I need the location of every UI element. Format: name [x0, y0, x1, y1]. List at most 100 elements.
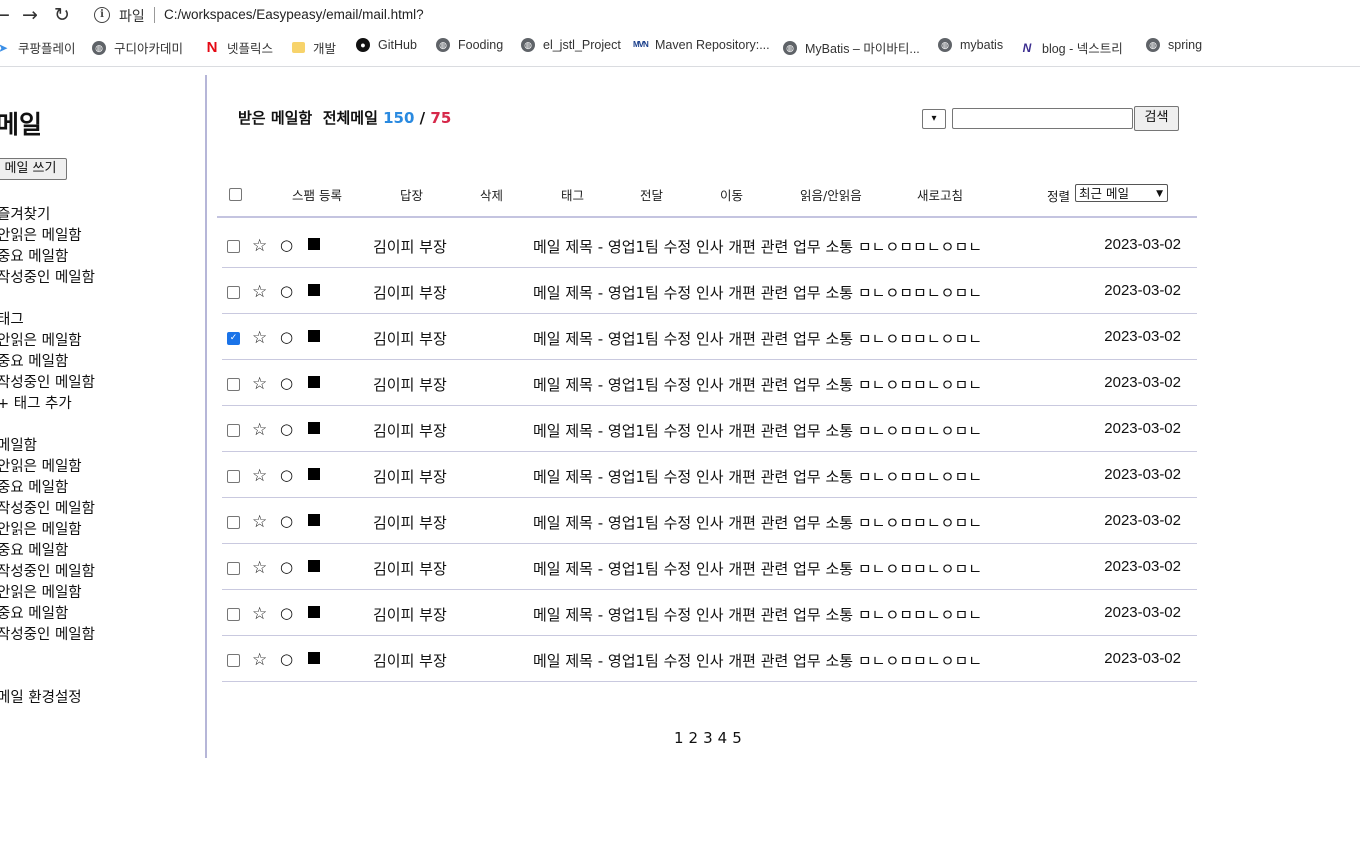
mail-row[interactable]: ☆ ○ 김이피 부장 메일 제목 - 영업1팀 수정 인사 개편 관련 업무 소…: [222, 590, 1197, 636]
mail-row[interactable]: ☆ ○ 김이피 부장 메일 제목 - 영업1팀 수정 인사 개편 관련 업무 소…: [222, 498, 1197, 544]
bookmark-maven[interactable]: MVN Maven Repository:...: [633, 38, 770, 52]
bookmark-mybatis[interactable]: ◍ mybatis: [938, 38, 1003, 52]
mail-row[interactable]: ☆ ○ 김이피 부장 메일 제목 - 영업1팀 수정 인사 개편 관련 업무 소…: [222, 636, 1197, 682]
star-icon[interactable]: ☆: [252, 466, 267, 486]
mail-sender[interactable]: 김이피 부장: [373, 236, 447, 257]
mail-sender[interactable]: 김이피 부장: [373, 558, 447, 579]
mail-subject[interactable]: 메일 제목 - 영업1팀 수정 인사 개편 관련 업무 소통 ㅁㄴㅇㅁㅁㄴㅇㅁㄴ: [533, 604, 982, 625]
sidebar-item-mailboxes[interactable]: 메일함: [0, 434, 37, 455]
spam-button[interactable]: 스팸 등록: [292, 185, 342, 204]
sidebar-item-important[interactable]: 중요 메일함: [0, 245, 68, 266]
mail-sender[interactable]: 김이피 부장: [373, 512, 447, 533]
read-status-icon[interactable]: ○: [280, 282, 293, 300]
mail-subject[interactable]: 메일 제목 - 영업1팀 수정 인사 개편 관련 업무 소통 ㅁㄴㅇㅁㅁㄴㅇㅁㄴ: [533, 282, 982, 303]
row-checkbox[interactable]: [227, 470, 240, 483]
star-icon[interactable]: ☆: [252, 420, 267, 440]
sidebar-item-drafts[interactable]: 작성중인 메일함: [0, 497, 95, 518]
reload-icon[interactable]: ↻: [54, 4, 70, 26]
search-button[interactable]: 검색: [1134, 106, 1179, 131]
star-icon[interactable]: ☆: [252, 604, 267, 624]
refresh-button[interactable]: 새로고침: [917, 185, 963, 204]
mail-row[interactable]: ☆ ○ 김이피 부장 메일 제목 - 영업1팀 수정 인사 개편 관련 업무 소…: [222, 360, 1197, 406]
bookmark-fooding[interactable]: ◍ Fooding: [436, 38, 503, 52]
read-status-icon[interactable]: ○: [280, 466, 293, 484]
sidebar-item-unread[interactable]: 안읽은 메일함: [0, 455, 82, 476]
sidebar-item-drafts[interactable]: 작성중인 메일함: [0, 371, 95, 392]
forward-arrow-icon[interactable]: →: [22, 4, 38, 26]
bookmark-goodee[interactable]: ◍ 구디아카데미: [92, 38, 183, 57]
star-icon[interactable]: ☆: [252, 558, 267, 578]
mail-sender[interactable]: 김이피 부장: [373, 420, 447, 441]
compose-mail-button[interactable]: 메일 쓰기: [0, 158, 67, 180]
sidebar-item-drafts[interactable]: 작성중인 메일함: [0, 560, 95, 581]
read-status-icon[interactable]: ○: [280, 420, 293, 438]
sidebar-item-unread[interactable]: 안읽은 메일함: [0, 581, 82, 602]
star-icon[interactable]: ☆: [252, 374, 267, 394]
mail-row[interactable]: ✓ ☆ ○ 김이피 부장 메일 제목 - 영업1팀 수정 인사 개편 관련 업무…: [222, 314, 1197, 360]
mail-subject[interactable]: 메일 제목 - 영업1팀 수정 인사 개편 관련 업무 소통 ㅁㄴㅇㅁㅁㄴㅇㅁㄴ: [533, 420, 982, 441]
mail-row[interactable]: ☆ ○ 김이피 부장 메일 제목 - 영업1팀 수정 인사 개편 관련 업무 소…: [222, 406, 1197, 452]
mail-subject[interactable]: 메일 제목 - 영업1팀 수정 인사 개편 관련 업무 소통 ㅁㄴㅇㅁㅁㄴㅇㅁㄴ: [533, 236, 982, 257]
info-icon[interactable]: i: [94, 7, 110, 23]
select-all-checkbox[interactable]: [229, 188, 242, 201]
bookmark-el-jstl[interactable]: ◍ el_jstl_Project: [521, 38, 621, 52]
tag-button[interactable]: 태그: [561, 185, 584, 204]
read-status-icon[interactable]: ○: [280, 558, 293, 576]
mail-row[interactable]: ☆ ○ 김이피 부장 메일 제목 - 영업1팀 수정 인사 개편 관련 업무 소…: [222, 452, 1197, 498]
mail-subject[interactable]: 메일 제목 - 영업1팀 수정 인사 개편 관련 업무 소통 ㅁㄴㅇㅁㅁㄴㅇㅁㄴ: [533, 558, 982, 579]
bookmark-nextree[interactable]: N blog - 넥스트리: [1020, 38, 1123, 57]
bookmark-dev-folder[interactable]: 개발: [292, 38, 336, 57]
star-icon[interactable]: ☆: [252, 650, 267, 670]
mail-sender[interactable]: 김이피 부장: [373, 282, 447, 303]
sidebar-item-unread[interactable]: 안읽은 메일함: [0, 224, 82, 245]
search-input[interactable]: [952, 108, 1133, 129]
read-status-icon[interactable]: ○: [280, 328, 293, 346]
mail-row[interactable]: ☆ ○ 김이피 부장 메일 제목 - 영업1팀 수정 인사 개편 관련 업무 소…: [222, 222, 1197, 268]
bookmark-mybatis-ko[interactable]: ◍ MyBatis – 마이바티...: [783, 38, 920, 57]
mail-subject[interactable]: 메일 제목 - 영업1팀 수정 인사 개편 관련 업무 소통 ㅁㄴㅇㅁㅁㄴㅇㅁㄴ: [533, 466, 982, 487]
mail-sender[interactable]: 김이피 부장: [373, 466, 447, 487]
mail-sender[interactable]: 김이피 부장: [373, 374, 447, 395]
row-checkbox[interactable]: [227, 378, 240, 391]
star-icon[interactable]: ☆: [252, 236, 267, 256]
sidebar-item-drafts[interactable]: 작성중인 메일함: [0, 623, 95, 644]
mail-subject[interactable]: 메일 제목 - 영업1팀 수정 인사 개편 관련 업무 소통 ㅁㄴㅇㅁㅁㄴㅇㅁㄴ: [533, 328, 982, 349]
sidebar-item-unread[interactable]: 안읽은 메일함: [0, 329, 82, 350]
read-status-icon[interactable]: ○: [280, 604, 293, 622]
sidebar-item-important[interactable]: 중요 메일함: [0, 602, 68, 623]
mail-subject[interactable]: 메일 제목 - 영업1팀 수정 인사 개편 관련 업무 소통 ㅁㄴㅇㅁㅁㄴㅇㅁㄴ: [533, 650, 982, 671]
read-status-icon[interactable]: ○: [280, 236, 293, 254]
reply-button[interactable]: 답장: [400, 185, 423, 204]
sidebar-item-important[interactable]: 중요 메일함: [0, 350, 68, 371]
move-button[interactable]: 이동: [720, 185, 743, 204]
row-checkbox-checked[interactable]: ✓: [227, 332, 240, 345]
sidebar-item-unread[interactable]: 안읽은 메일함: [0, 518, 82, 539]
read-status-icon[interactable]: ○: [280, 512, 293, 530]
mail-sender[interactable]: 김이피 부장: [373, 328, 447, 349]
page-link[interactable]: 5: [732, 729, 742, 747]
mail-subject[interactable]: 메일 제목 - 영업1팀 수정 인사 개편 관련 업무 소통 ㅁㄴㅇㅁㅁㄴㅇㅁㄴ: [533, 512, 982, 533]
sidebar-item-drafts[interactable]: 작성중인 메일함: [0, 266, 95, 287]
page-link[interactable]: 4: [718, 729, 728, 747]
bookmark-github[interactable]: ● GitHub: [356, 38, 417, 52]
row-checkbox[interactable]: [227, 654, 240, 667]
sort-select[interactable]: 최근 메일 ▼: [1075, 184, 1168, 202]
forward-button[interactable]: 전달: [640, 185, 663, 204]
sidebar-item-settings[interactable]: 메일 환경설정: [0, 686, 82, 707]
mail-sender[interactable]: 김이피 부장: [373, 650, 447, 671]
mail-subject[interactable]: 메일 제목 - 영업1팀 수정 인사 개편 관련 업무 소통 ㅁㄴㅇㅁㅁㄴㅇㅁㄴ: [533, 374, 982, 395]
url-text[interactable]: C:/workspaces/Easypeasy/email/mail.html?: [164, 7, 424, 22]
star-icon[interactable]: ☆: [252, 512, 267, 532]
delete-button[interactable]: 삭제: [480, 185, 503, 204]
row-checkbox[interactable]: [227, 516, 240, 529]
mail-sender[interactable]: 김이피 부장: [373, 604, 447, 625]
search-field-select[interactable]: ▾: [922, 109, 946, 129]
read-unread-button[interactable]: 읽음/안읽음: [800, 185, 862, 204]
page-link[interactable]: 1: [674, 729, 684, 747]
row-checkbox[interactable]: [227, 608, 240, 621]
star-icon[interactable]: ☆: [252, 282, 267, 302]
read-status-icon[interactable]: ○: [280, 650, 293, 668]
sidebar-item-tags[interactable]: 태그: [0, 308, 24, 329]
row-checkbox[interactable]: [227, 240, 240, 253]
row-checkbox[interactable]: [227, 562, 240, 575]
